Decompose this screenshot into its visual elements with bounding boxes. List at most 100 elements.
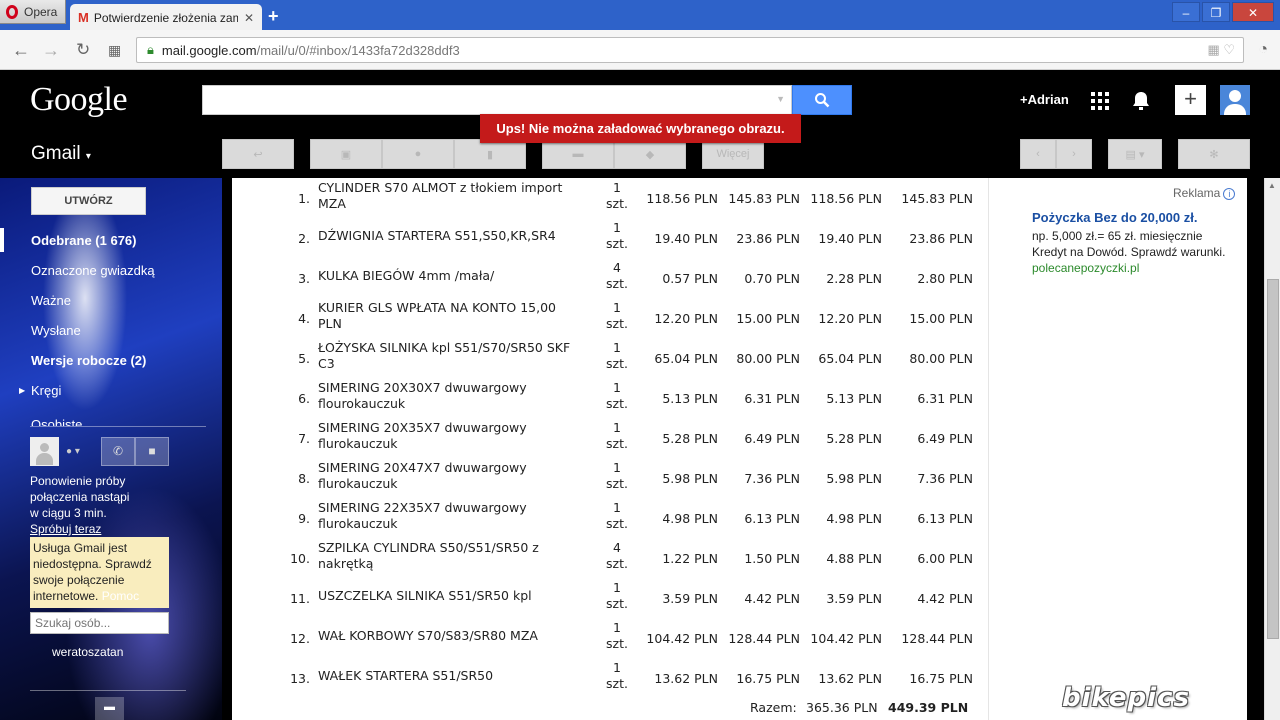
item-name-line: SIMERING 20X30X7 dwuwargowy xyxy=(318,380,527,395)
unit-price-net: 65.04 PLN xyxy=(654,351,718,366)
minimize-button[interactable]: – xyxy=(1172,2,1200,22)
unit-price-gross: 6.13 PLN xyxy=(744,511,800,526)
item-name-line: MZA xyxy=(318,196,346,211)
sidebar-item-drafts[interactable]: Wersje robocze (2) xyxy=(31,353,146,368)
settings-button[interactable]: ✻ xyxy=(1178,139,1250,169)
url-field[interactable]: 🔒︎ mail.google.com /mail/u/0/#inbox/1433… xyxy=(136,37,1244,63)
total-label: Razem: xyxy=(750,700,797,715)
sidebar-item-sent[interactable]: Wysłane xyxy=(31,323,81,338)
value-net: 5.98 PLN xyxy=(826,471,882,486)
report-spam-button[interactable]: ● xyxy=(382,139,454,169)
google-logo[interactable]: Google xyxy=(30,81,128,119)
chat-avatar[interactable] xyxy=(30,437,59,466)
vertical-scrollbar[interactable]: ▲ xyxy=(1264,178,1280,720)
search-input[interactable]: ▼ xyxy=(202,85,792,115)
sidebar-item-starred[interactable]: Oznaczone gwiazdką xyxy=(31,263,155,278)
error-notification: Ups! Nie można załadować wybranego obraz… xyxy=(480,114,801,143)
row-number: 6. xyxy=(298,391,310,406)
row-number: 7. xyxy=(298,431,310,446)
item-name: SZPILKA CYLINDRA S50/S51/SR50 z nakrętką xyxy=(318,540,598,572)
unit-price-net: 5.13 PLN xyxy=(662,391,718,406)
unit-price-gross: 4.42 PLN xyxy=(744,591,800,606)
scroll-up-icon[interactable]: ▲ xyxy=(1268,181,1276,190)
unit-price-gross: 6.31 PLN xyxy=(744,391,800,406)
sidebar-item-important[interactable]: Ważne xyxy=(31,293,71,308)
item-name: USZCZELKA SILNIKA S51/SR50 kpl xyxy=(318,588,598,604)
item-name: DŹWIGNIA STARTERA S51,S50,KR,SR4 xyxy=(318,228,598,244)
older-button[interactable]: › xyxy=(1056,139,1092,169)
sidebar-item-personal[interactable]: Osobiste xyxy=(31,418,82,426)
ad-info-icon[interactable]: i xyxy=(1223,188,1236,200)
unit-price-gross: 15.00 PLN xyxy=(736,311,800,326)
chat-bubble-icon[interactable]: ▬ xyxy=(95,697,124,720)
value-gross: 145.83 PLN xyxy=(901,191,973,206)
item-name-line: USZCZELKA SILNIKA S51/SR50 kpl xyxy=(318,588,532,603)
sidebar-item-inbox[interactable]: Odebrane (1 676) xyxy=(31,233,137,248)
retry-now-link[interactable]: Spróbuj teraz xyxy=(30,521,180,537)
value-gross: 23.86 PLN xyxy=(909,231,973,246)
item-name-line: KURIER GLS WPŁATA NA KONTO 15,00 xyxy=(318,300,557,315)
user-gplus-link[interactable]: +Adrian xyxy=(1020,92,1069,107)
speed-dial-icon[interactable]: ▦ xyxy=(108,42,121,59)
notifications-bell-icon[interactable] xyxy=(1131,90,1151,112)
phone-call-icon[interactable]: ✆ xyxy=(101,437,135,466)
reconnect-message: Ponowienie próby połączenia nastąpi w ci… xyxy=(30,473,180,537)
labels-button[interactable]: ◆ xyxy=(614,139,686,169)
sidebar-divider xyxy=(30,426,206,427)
more-button[interactable]: Więcej xyxy=(702,139,764,169)
archive-button[interactable]: ▣ xyxy=(310,139,382,169)
value-gross: 80.00 PLN xyxy=(909,351,973,366)
unit-price-gross: 23.86 PLN xyxy=(736,231,800,246)
sidebar-item-circles[interactable]: Kręgi xyxy=(31,383,61,398)
search-options-icon[interactable]: ▼ xyxy=(776,94,785,104)
input-tools-button[interactable]: ▤ ▾ xyxy=(1108,139,1162,169)
ad-url[interactable]: polecanepozyczki.pl xyxy=(1032,261,1139,275)
move-to-button[interactable]: ▬ xyxy=(542,139,614,169)
delete-button[interactable]: ▮ xyxy=(454,139,526,169)
chat-contact[interactable]: weratoszatan xyxy=(52,645,123,659)
back-icon[interactable]: ← xyxy=(12,40,30,61)
new-tab-button[interactable]: + xyxy=(268,7,279,25)
item-name-line: SIMERING 20X47X7 dwuwargowy xyxy=(318,460,527,475)
item-name-line: KULKA BIEGÓW 4mm /mała/ xyxy=(318,268,495,283)
compose-button[interactable]: UTWÓRZ xyxy=(31,187,146,215)
item-name-line: DŹWIGNIA STARTERA S51,S50,KR,SR4 xyxy=(318,228,556,243)
ad-title[interactable]: Pożyczka Bez do 20,000 zł. xyxy=(1032,210,1197,225)
scrollbar-thumb[interactable] xyxy=(1267,279,1279,639)
chat-status-icon[interactable]: ● ▾ xyxy=(66,446,80,457)
maximize-button[interactable]: ❐ xyxy=(1202,2,1230,22)
video-call-icon[interactable]: ■ xyxy=(135,437,169,466)
help-link[interactable]: Pomoc xyxy=(102,589,139,603)
unit-price-net: 19.40 PLN xyxy=(654,231,718,246)
bookmark-heart-icon[interactable]: ▦ ♡ xyxy=(1207,42,1235,58)
extensions-icon[interactable]: ◔ xyxy=(1258,41,1268,59)
people-search-input[interactable] xyxy=(30,612,169,634)
reconnect-line: Ponowienie próby xyxy=(30,474,126,488)
search-button[interactable] xyxy=(792,85,852,115)
gmail-menu-label[interactable]: Gmail ▾ xyxy=(31,143,91,165)
item-name-line: flurokauczuk xyxy=(318,436,398,451)
share-plus-button[interactable]: + xyxy=(1175,85,1206,115)
browser-tab[interactable]: M Potwierdzenie złożenia zam ✕ xyxy=(70,4,262,31)
row-number: 2. xyxy=(298,231,310,246)
close-window-button[interactable]: ✕ xyxy=(1232,2,1274,22)
account-avatar[interactable] xyxy=(1220,85,1250,115)
tab-title: Potwierdzenie złożenia zam xyxy=(93,10,238,25)
item-name-line: SZPILKA CYLINDRA S50/S51/SR50 z xyxy=(318,540,539,555)
newer-button[interactable]: ‹ xyxy=(1020,139,1056,169)
item-name-line: C3 xyxy=(318,356,335,371)
opera-menu-button[interactable]: Opera xyxy=(0,0,66,24)
forward-icon[interactable]: → xyxy=(42,40,60,61)
expand-circles-icon[interactable]: ▶ xyxy=(19,386,25,395)
row-number: 11. xyxy=(290,591,310,606)
tab-close-icon[interactable]: ✕ xyxy=(244,11,254,25)
back-to-inbox-button[interactable]: ↩ xyxy=(222,139,294,169)
table-row: 10. SZPILKA CYLINDRA S50/S51/SR50 z nakręt… xyxy=(232,540,992,580)
item-name-line: nakrętką xyxy=(318,556,374,571)
apps-grid-icon[interactable] xyxy=(1091,92,1109,110)
unit-price-gross: 6.49 PLN xyxy=(744,431,800,446)
reload-icon[interactable]: ↻ xyxy=(76,40,90,60)
total-net: 365.36 PLN xyxy=(806,700,878,715)
unit-price-gross: 128.44 PLN xyxy=(728,631,800,646)
unit-price-net: 5.98 PLN xyxy=(662,471,718,486)
